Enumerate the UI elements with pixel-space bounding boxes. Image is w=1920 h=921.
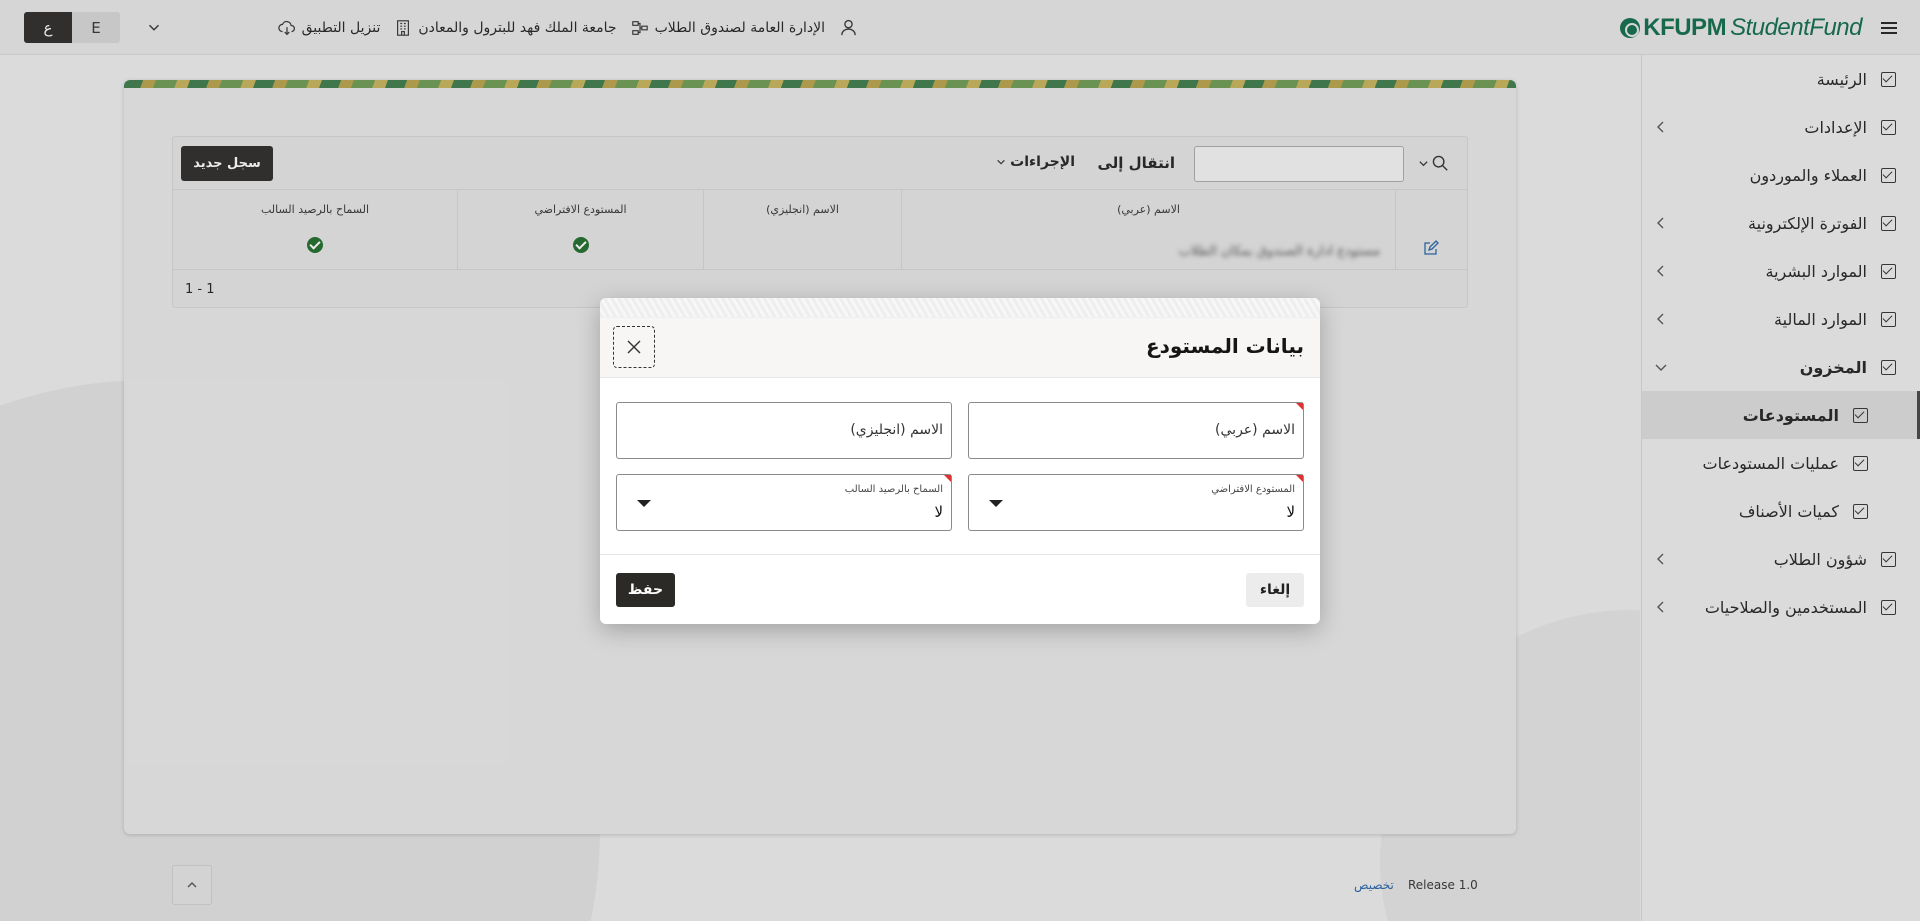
dropdown-arrow-icon xyxy=(637,500,651,507)
required-marker xyxy=(1296,475,1303,482)
close-button[interactable] xyxy=(613,326,655,368)
name-en-field[interactable]: الاسم (انجليزي) xyxy=(616,402,952,459)
default-warehouse-value: لا xyxy=(1286,503,1295,521)
allow-negative-value: لا xyxy=(934,503,943,521)
cancel-button[interactable]: إلغاء xyxy=(1246,573,1304,607)
required-marker xyxy=(1296,403,1303,410)
warehouse-dialog: بيانات المستودع الاسم (عربي) الاسم (انجل… xyxy=(600,298,1320,624)
default-warehouse-label: المستودع الافتراضي xyxy=(1211,484,1295,495)
default-warehouse-select[interactable]: المستودع الافتراضي لا xyxy=(968,474,1304,531)
dropdown-arrow-icon xyxy=(989,500,1003,507)
dialog-pattern xyxy=(600,298,1320,318)
name-en-placeholder: الاسم (انجليزي) xyxy=(850,422,943,438)
allow-negative-label: السماح بالرصيد السالب xyxy=(844,484,943,495)
close-icon xyxy=(627,340,641,354)
save-button[interactable]: حفظ xyxy=(616,573,675,607)
allow-negative-select[interactable]: السماح بالرصيد السالب لا xyxy=(616,474,952,531)
name-ar-placeholder: الاسم (عربي) xyxy=(1215,422,1295,438)
required-marker xyxy=(944,475,951,482)
dialog-header: بيانات المستودع xyxy=(600,318,1320,378)
name-ar-field[interactable]: الاسم (عربي) xyxy=(968,402,1304,459)
dialog-footer: إلغاء حفظ xyxy=(600,554,1320,624)
dialog-title: بيانات المستودع xyxy=(1145,334,1304,358)
